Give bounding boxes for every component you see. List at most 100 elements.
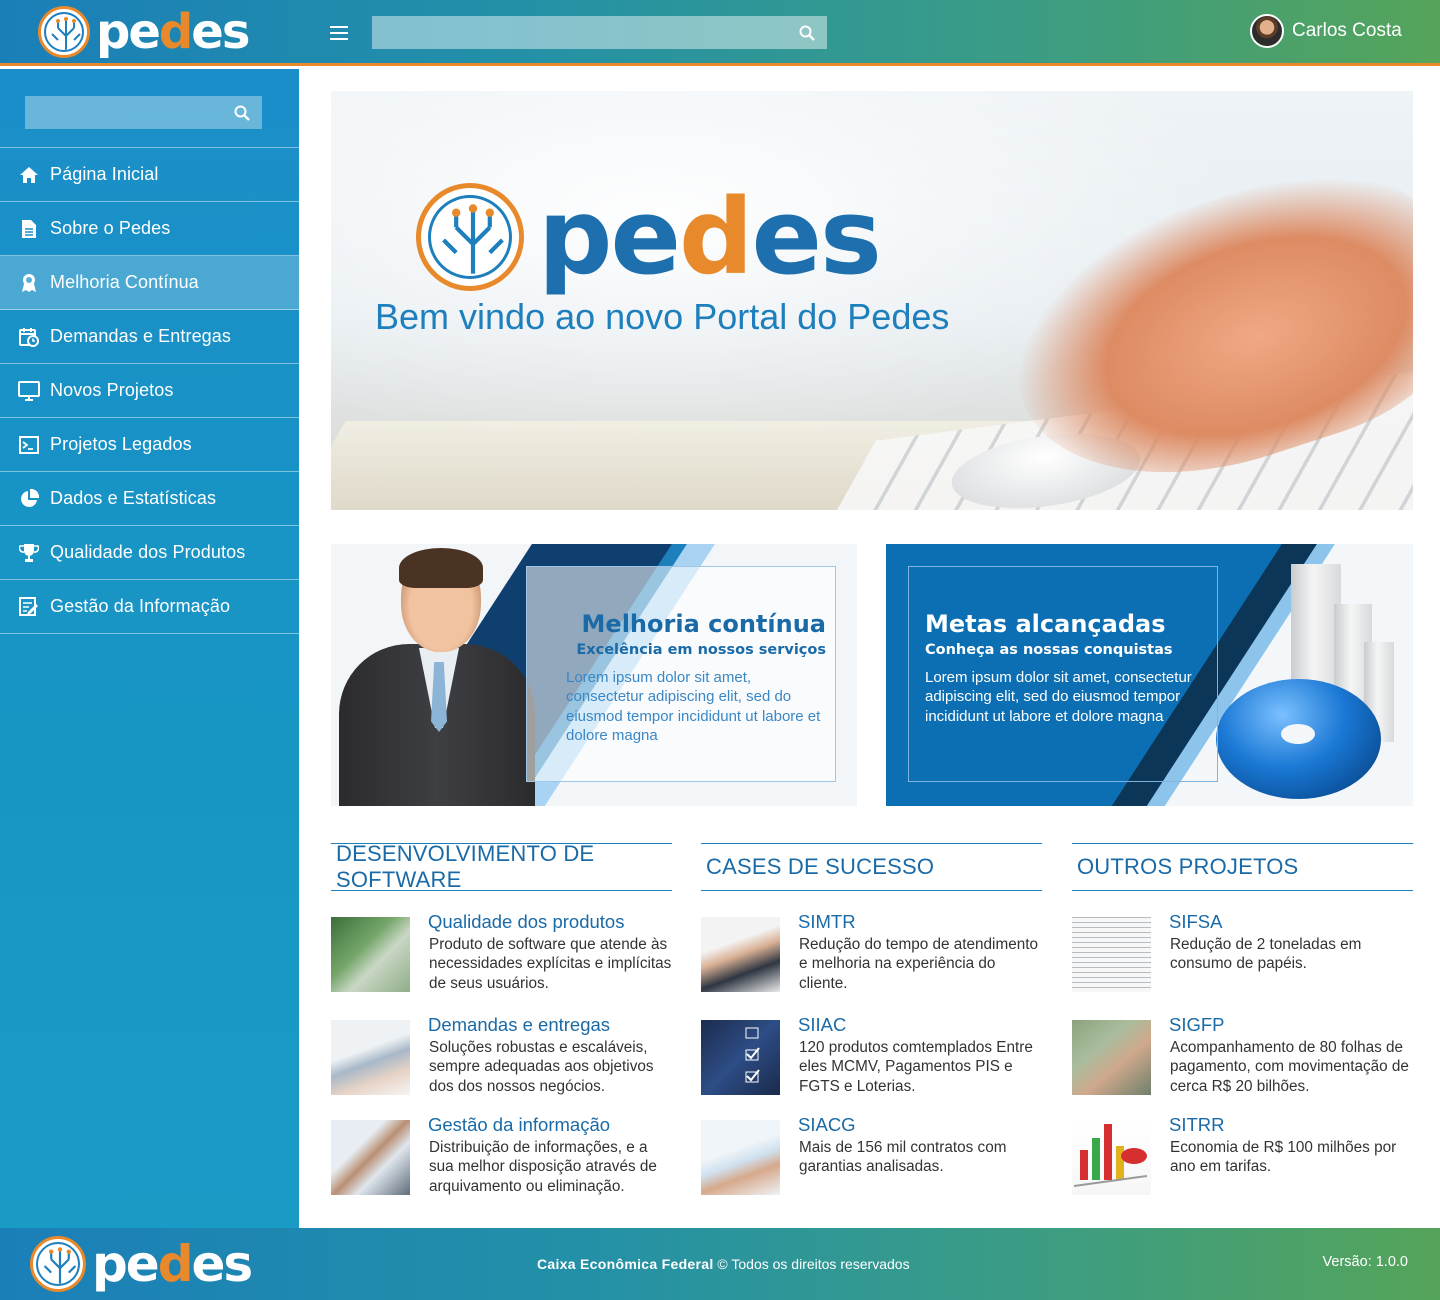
edit-list-icon <box>18 596 40 618</box>
item-title[interactable]: SIFSA <box>1169 911 1222 933</box>
item-title[interactable]: Demandas e entregas <box>428 1014 610 1036</box>
sidebar-item-projetos-legados[interactable]: Projetos Legados <box>0 418 299 472</box>
pedes-logo-icon <box>416 183 524 291</box>
column-heading: OUTROS PROJETOS <box>1072 843 1413 891</box>
sidebar-item-melhoria-continua[interactable]: Melhoria Contínua <box>0 256 299 310</box>
item-description: Acompanhamento de 80 folhas de pagamento… <box>1170 1039 1409 1095</box>
money-thumbnail <box>1072 1020 1151 1095</box>
promo-text: Melhoria contínua Excelência em nossos s… <box>566 610 826 746</box>
bar-graph-thumbnail <box>1072 1120 1151 1195</box>
list-item[interactable]: SIMTR Redução do tempo de atendimento e … <box>701 911 1042 995</box>
promo-title: Melhoria contínua <box>581 610 826 638</box>
pie-chart-icon <box>18 488 40 510</box>
promo-card-melhoria[interactable]: Melhoria contínua Excelência em nossos s… <box>331 544 857 806</box>
header-logo[interactable]: pedes <box>38 4 250 60</box>
item-title[interactable]: Gestão da informação <box>428 1114 610 1136</box>
promo-card-metas[interactable]: Metas alcançadas Conheça as nossas conqu… <box>886 544 1413 806</box>
item-title[interactable]: SITRR <box>1169 1114 1225 1136</box>
list-item[interactable]: Qualidade dos produtos Produto de softwa… <box>331 911 672 995</box>
item-description: Soluções robustas e escaláveis, sempre a… <box>429 1039 654 1095</box>
sidebar-item-label: Sobre o Pedes <box>50 218 171 238</box>
list-item[interactable]: SIIAC 120 produtos comtemplados Entre el… <box>701 1014 1042 1098</box>
sidebar-item-label: Gestão da Informação <box>50 596 231 616</box>
sidebar-item-demandas-e-entregas[interactable]: Demandas e Entregas <box>0 310 299 364</box>
item-description: Redução do tempo de atendimento e melhor… <box>799 936 1038 992</box>
logo-wordmark: pedes <box>92 1235 253 1293</box>
calendar-clock-icon <box>18 326 40 348</box>
header-search-input[interactable] <box>372 16 787 49</box>
item-title[interactable]: SIIAC <box>798 1014 846 1036</box>
hamburger-icon[interactable] <box>330 22 348 44</box>
list-item[interactable]: SIFSA Redução de 2 toneladas em consumo … <box>1072 911 1413 995</box>
sidebar-nav: Página Inicial Sobre o Pedes Melhoria Co… <box>0 147 299 634</box>
hero-logo: pedes <box>416 176 882 298</box>
sidebar-item-qualidade-dos-produtos[interactable]: Qualidade dos Produtos <box>0 526 299 580</box>
user-menu[interactable]: Carlos Costa <box>1250 14 1402 48</box>
hero-title: Bem vindo ao novo Portal do Pedes <box>375 296 950 337</box>
top-header: pedes Carlos Costa <box>0 0 1440 66</box>
sidebar-item-label: Projetos Legados <box>50 434 192 454</box>
paper-stack-thumbnail <box>1072 917 1151 992</box>
item-description: 120 produtos comtemplados Entre eles MCM… <box>799 1039 1033 1095</box>
search-icon[interactable] <box>787 16 827 49</box>
promo-text: Metas alcançadas Conheça as nossas conqu… <box>925 610 1195 726</box>
writing-thumbnail <box>701 917 780 992</box>
promo-title: Metas alcançadas <box>925 610 1166 638</box>
sidebar-item-label: Melhoria Contínua <box>50 272 199 292</box>
pie-chart-hole <box>1281 724 1315 744</box>
footer: pedes Caixa Econômica Federal © Todos os… <box>0 1228 1440 1300</box>
document-icon <box>18 218 40 240</box>
copyright: Caixa Econômica Federal © Todos os direi… <box>537 1256 910 1272</box>
sidebar-item-label: Demandas e Entregas <box>50 326 232 346</box>
list-item[interactable]: Demandas e entregas Soluções robustas e … <box>331 1014 672 1098</box>
promo-body: Lorem ipsum dolor sit amet, consectetur … <box>566 668 821 745</box>
signing-thumbnail <box>701 1120 780 1195</box>
promo-body: Lorem ipsum dolor sit amet, consectetur … <box>925 668 1192 725</box>
charts-thumbnail <box>331 1020 410 1095</box>
list-item[interactable]: SIGFP Acompanhamento de 80 folhas de pag… <box>1072 1014 1413 1098</box>
sidebar-search-input[interactable] <box>25 96 222 129</box>
sidebar-item-sobre-o-pedes[interactable]: Sobre o Pedes <box>0 202 299 256</box>
avatar <box>1250 14 1284 48</box>
sidebar: Página Inicial Sobre o Pedes Melhoria Co… <box>0 69 299 1228</box>
businessman-image <box>339 548 535 806</box>
company-name: Caixa Econômica Federal <box>537 1256 714 1272</box>
item-title[interactable]: SIGFP <box>1169 1014 1225 1036</box>
checklist-thumbnail <box>701 1020 780 1095</box>
logo-wordmark: pedes <box>96 4 250 60</box>
column-heading: CASES DE SUCESSO <box>701 843 1042 891</box>
pedes-logo-icon <box>30 1236 86 1292</box>
sidebar-item-pagina-inicial[interactable]: Página Inicial <box>0 148 299 202</box>
sidebar-search <box>25 96 262 129</box>
user-name: Carlos Costa <box>1292 20 1402 41</box>
monitor-icon <box>18 380 40 402</box>
sidebar-item-label: Página Inicial <box>50 164 159 184</box>
column-outros: OUTROS PROJETOS SIFSA Redução de 2 tonel… <box>1072 843 1413 1195</box>
terminal-icon <box>18 434 40 456</box>
item-title[interactable]: Qualidade dos produtos <box>428 911 624 933</box>
sidebar-item-novos-projetos[interactable]: Novos Projetos <box>0 364 299 418</box>
logo-wordmark: pedes <box>538 176 882 298</box>
list-item[interactable]: Gestão da informação Distribuição de inf… <box>331 1114 672 1198</box>
footer-logo[interactable]: pedes <box>30 1235 253 1293</box>
list-item[interactable]: SITRR Economia de R$ 100 milhões por ano… <box>1072 1114 1413 1198</box>
column-desenvolvimento: DESENVOLVIMENTO DE SOFTWARE Qualidade do… <box>331 841 672 1195</box>
item-description: Redução de 2 toneladas em consumo de pap… <box>1170 936 1362 973</box>
handshake-thumbnail <box>331 1120 410 1195</box>
list-item[interactable]: SIACG Mais de 156 mil contratos com gara… <box>701 1114 1042 1198</box>
hero-banner: pedes Bem vindo ao novo Portal do Pedes <box>331 91 1413 510</box>
item-description: Distribuição de informações, e a sua mel… <box>429 1139 657 1195</box>
promo-subtitle: Excelência em nossos serviços <box>576 641 826 658</box>
pedes-logo-icon <box>38 6 90 58</box>
item-title[interactable]: SIACG <box>798 1114 856 1136</box>
search-icon[interactable] <box>222 96 262 129</box>
item-title[interactable]: SIMTR <box>798 911 856 933</box>
sidebar-item-dados-e-estatisticas[interactable]: Dados e Estatísticas <box>0 472 299 526</box>
sidebar-item-label: Dados e Estatísticas <box>50 488 217 508</box>
item-description: Economia de R$ 100 milhões por ano em ta… <box>1170 1139 1397 1176</box>
header-search <box>372 16 827 49</box>
sidebar-item-label: Novos Projetos <box>50 380 174 400</box>
column-heading: DESENVOLVIMENTO DE SOFTWARE <box>331 841 672 892</box>
column-cases: CASES DE SUCESSO SIMTR Redução do tempo … <box>701 843 1042 1195</box>
sidebar-item-gestao-da-informacao[interactable]: Gestão da Informação <box>0 580 299 634</box>
